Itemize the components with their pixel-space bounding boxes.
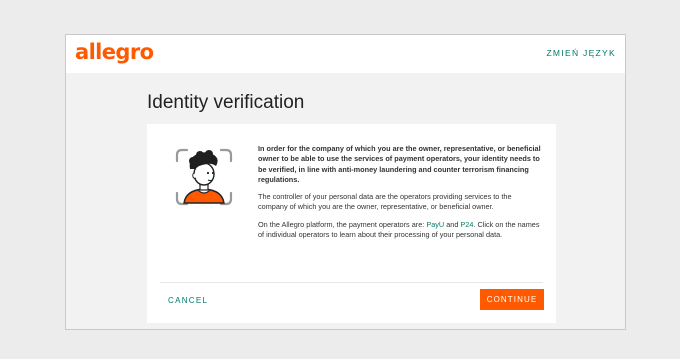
allegro-logo[interactable]: allegro (75, 40, 154, 64)
verification-card: In order for the company of which you ar… (147, 124, 556, 323)
payu-link[interactable]: PayU (426, 220, 444, 229)
p24-link[interactable]: P24 (460, 220, 473, 229)
top-bar: allegro ZMIEŃ JĘZYK (66, 35, 625, 73)
controller-paragraph: The controller of your personal data are… (258, 192, 512, 212)
continue-button[interactable]: CONTINUE (480, 289, 544, 310)
lead-paragraph: In order for the company of which you ar… (258, 144, 541, 184)
face-scan-illustration (171, 147, 237, 211)
page-title: Identity verification (147, 92, 305, 113)
operators-prefix: On the Allegro platform, the payment ope… (258, 219, 427, 229)
operators-paragraph: On the Allegro platform, the payment ope… (258, 220, 541, 241)
change-language-link[interactable]: ZMIEŃ JĘZYK (546, 48, 616, 58)
browser-frame: allegro ZMIEŃ JĘZYK Identity verificatio… (65, 34, 626, 330)
divider (160, 282, 543, 283)
cancel-button[interactable]: CANCEL (168, 296, 208, 305)
operators-and: and (444, 219, 461, 229)
verification-text: In order for the company of which you ar… (258, 144, 541, 247)
